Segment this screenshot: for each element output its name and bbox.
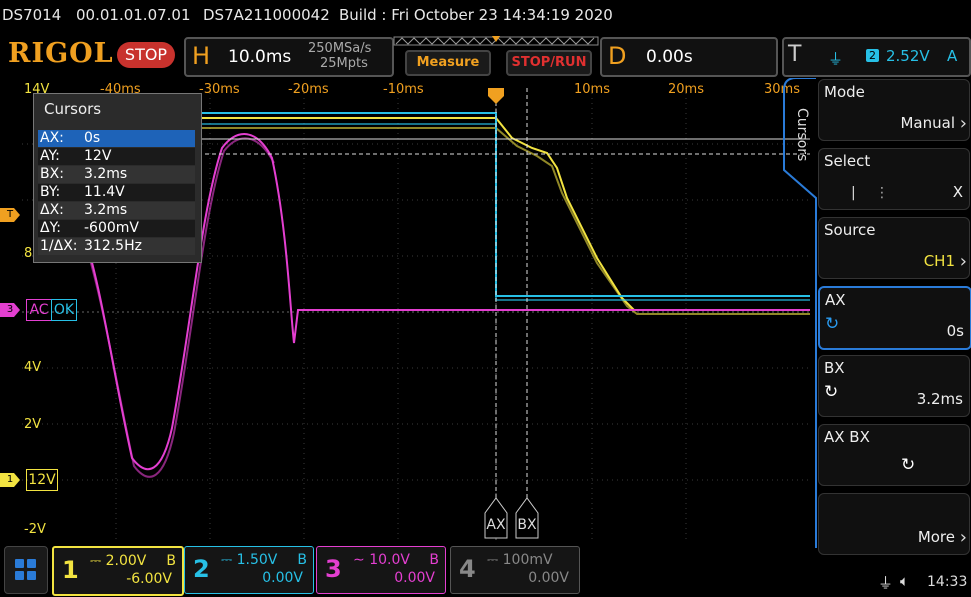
time-axis-labels: -40ms -30ms -20ms -10ms 10ms 20ms 30ms <box>100 82 810 98</box>
volt-tick: 2V <box>24 417 42 432</box>
channel-3-box[interactable]: 3 ∼ 10.0V B 0.00V <box>316 546 446 594</box>
measure-button[interactable]: Measure <box>405 50 491 76</box>
usb-icon: ⏚ <box>878 574 894 592</box>
rotate-knob-icon: ↻ <box>825 314 840 334</box>
ch2-ok-label: OK <box>51 299 77 321</box>
horizontal-box[interactable]: H 10.0ms 250MSa/s 25Mpts <box>184 37 394 77</box>
ch3-ac-label: AC <box>26 299 52 321</box>
channel-2-box[interactable]: 2 ⎓ 1.50V B 0.00V <box>184 546 314 594</box>
run-state-badge[interactable]: STOP <box>117 42 175 68</box>
cursor-row-ay: AY: 12V <box>38 148 195 165</box>
status-bar: DS7014 00.01.01.07.01 DS7A211000042 Buil… <box>0 0 971 34</box>
cursor-row-dx: ΔX: 3.2ms <box>38 202 195 219</box>
menu-mode[interactable]: Mode Manual › <box>818 79 970 141</box>
memory-depth: 25Mpts <box>320 56 368 71</box>
sample-rate: 250MSa/s <box>308 41 372 56</box>
menu-select[interactable]: Select | ⋮ X <box>818 148 970 210</box>
volt-tick: -2V <box>24 522 46 537</box>
chevron-right-icon: › <box>959 113 967 134</box>
ch1-bw-limit: B <box>166 553 176 569</box>
ch4-scale: ⎓ 100mV <box>487 552 553 568</box>
trigger-box[interactable]: T ⏚ 2 2.52V A <box>782 37 971 77</box>
time-tick: -10ms <box>383 82 424 97</box>
ch3-bw-limit: B <box>429 552 439 568</box>
stop-run-button[interactable]: STOP/RUN <box>506 50 592 76</box>
build-info: Build : Fri October 23 14:34:19 2020 <box>339 6 613 24</box>
ch2-scale: ⎓ 1.50V <box>221 552 278 568</box>
trigger-letter: T <box>788 42 802 67</box>
ch1-offset: -6.00V <box>126 571 172 587</box>
chevron-right-icon: › <box>959 527 967 548</box>
clock-time: 14:33 <box>927 574 968 590</box>
ch2-waveform <box>198 112 810 301</box>
ch4-offset: 0.00V <box>528 570 569 586</box>
cursors-panel-title: Cursors <box>44 100 102 118</box>
model-text: DS7014 <box>2 6 62 24</box>
grid-menu-icon <box>15 559 36 580</box>
ch2-bw-limit: B <box>297 552 307 568</box>
speaker-muted-icon[interactable]: 🔈︎ <box>900 572 909 590</box>
cursor-ax-tag[interactable]: AX <box>485 517 507 533</box>
menu-bx[interactable]: BX ↻ 3.2ms <box>818 355 970 417</box>
ch1-level-label: 12V <box>26 469 58 491</box>
ch3-scale: ∼ 10.0V <box>353 552 410 568</box>
serial-number: DS7A211000042 <box>203 6 330 24</box>
menu-more[interactable]: More › <box>818 493 970 555</box>
cursors-results-panel[interactable]: Cursors AX: 0s AY: 12V BX: 3.2ms BY: 11.4V Δ… <box>33 93 202 263</box>
cursor-row-dy: ΔY: -600mV <box>38 220 195 237</box>
time-tick: 10ms <box>574 82 610 97</box>
menu-ax[interactable]: AX ↻ 0s <box>818 286 971 350</box>
memory-position-strip <box>393 36 599 46</box>
menu-source[interactable]: Source CH1 › <box>818 217 970 279</box>
delay-letter: D <box>608 42 627 70</box>
horizontal-letter: H <box>192 42 211 70</box>
ch3-offset: 0.00V <box>394 570 435 586</box>
time-tick: -30ms <box>199 82 240 97</box>
time-tick: 20ms <box>668 82 704 97</box>
delay-box[interactable]: D 0.00s <box>600 37 778 77</box>
menu-title: Cursors <box>794 108 810 162</box>
ch3-offset-marker[interactable]: 3 <box>0 303 20 317</box>
ch1-scale: ⎓ 2.00V <box>90 553 147 569</box>
delay-value: 0.00s <box>646 47 693 67</box>
volt-tick: 8 <box>24 246 33 261</box>
trigger-mode: A <box>947 47 958 65</box>
rotate-knob-icon: ↻ <box>824 382 839 402</box>
app-menu-button[interactable] <box>4 546 48 594</box>
timebase-value: 10.0ms <box>228 47 292 67</box>
cursor-row-ax: AX: 0s <box>38 130 195 147</box>
channel-4-box[interactable]: 4 ⎓ 100mV 0.00V <box>450 546 580 594</box>
firmware-version: 00.01.01.07.01 <box>76 6 191 24</box>
rigol-logo: RIGOL <box>8 38 114 69</box>
cursor-row-inv-dx: 1/ΔX: 312.5Hz <box>38 238 195 255</box>
ch1-offset-marker[interactable]: 1 <box>0 473 20 487</box>
trigger-level: 2.52V <box>886 47 930 65</box>
chevron-right-icon: › <box>959 251 967 272</box>
rotate-knob-icon: ↻ <box>901 455 916 475</box>
trigger-edge-icon: ⏚ <box>828 50 844 68</box>
cursor-row-bx: BX: 3.2ms <box>38 166 195 183</box>
volt-tick: 4V <box>24 360 42 375</box>
trigger-level-marker[interactable]: T <box>0 208 20 222</box>
trigger-channel-badge: 2 <box>866 49 879 62</box>
cursor-row-by: BY: 11.4V <box>38 184 195 201</box>
cursor-bx-tag[interactable]: BX <box>516 517 538 533</box>
channel-1-box[interactable]: 1 ⎓ 2.00V B -6.00V <box>52 546 184 596</box>
menu-axbx[interactable]: AX BX ↻ <box>818 424 970 486</box>
time-tick: -20ms <box>288 82 329 97</box>
ch2-offset: 0.00V <box>262 570 303 586</box>
select-dashed-icon: ⋮ <box>875 185 889 201</box>
select-line-icon: | <box>851 185 856 201</box>
